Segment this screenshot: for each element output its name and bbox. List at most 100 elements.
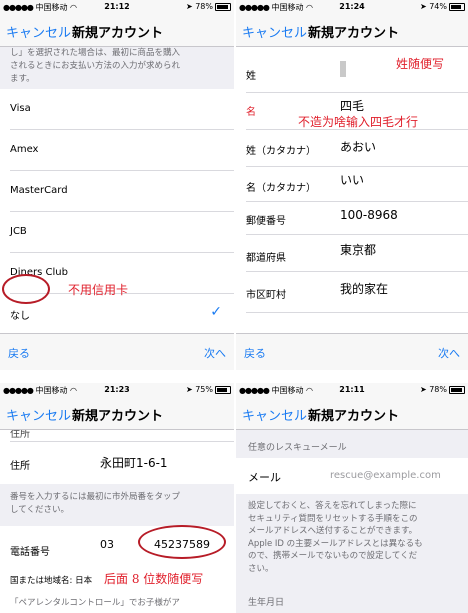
cancel-button[interactable]: キャンセル — [6, 405, 71, 424]
option-label: JCB — [10, 226, 27, 237]
field-address-partial[interactable]: 住所 — [0, 430, 234, 441]
field-last-name-kana[interactable]: 姓（カタカナ） あおい — [236, 130, 468, 166]
parental-control-text: 「ペアレンタルコントロール」でお子様がア — [10, 598, 180, 608]
field-postal-code[interactable]: 郵便番号 100-8968 — [236, 202, 468, 234]
option-label: Visa — [10, 103, 31, 114]
battery-percent: 78% — [429, 385, 447, 394]
field-label: 郵便番号 — [246, 216, 286, 227]
field-city[interactable]: 市区町村 我的家在 — [236, 272, 468, 312]
annotation-no-credit-card: 不用信用卡 — [68, 283, 129, 297]
description-line: ので、携帯メールでないもので設定してくだ — [248, 551, 418, 561]
phone-note-line: してください。 — [10, 505, 69, 515]
phone-note-line: 番号を入力するには最初に市外局番をタップ — [10, 492, 181, 502]
option-label: なし — [10, 311, 30, 322]
option-visa[interactable]: Visa — [0, 89, 234, 129]
battery-icon — [449, 2, 465, 11]
field-prefecture[interactable]: 都道府県 東京都 — [236, 235, 468, 271]
option-amex[interactable]: Amex — [0, 130, 234, 170]
location-icon: ➤ — [419, 2, 427, 11]
option-label: MasterCard — [10, 185, 68, 196]
bottom-toolbar: 戻る 次へ — [0, 333, 234, 370]
cancel-button[interactable]: キャンセル — [242, 22, 307, 41]
back-button[interactable]: 戻る — [244, 345, 266, 361]
row-separator — [246, 312, 468, 313]
next-button[interactable]: 次へ — [204, 345, 226, 361]
payment-note-line: ます。 — [10, 74, 35, 84]
description-line: セキュリティ質問をリセットする手順をこの — [248, 513, 418, 524]
battery-percent: 75% — [195, 385, 213, 394]
status-bar: ●●●●● 中国移动 ◠ 21:11 ➤ 78% — [236, 383, 468, 397]
field-value: 東京都 — [340, 243, 377, 257]
description-line: さい。 — [248, 563, 274, 574]
navigation-bar: キャンセル 新規アカウント — [236, 397, 468, 430]
phone-area-code[interactable]: 03 — [100, 538, 114, 551]
description-line: 設定しておくと、答えを忘れてしまった際に — [248, 501, 417, 511]
checkmark-icon: ✓ — [210, 304, 222, 320]
annotation-first-name: 不造为啥输入四毛才行 — [298, 115, 419, 129]
field-label: 都道府県 — [246, 253, 286, 264]
highlight-ring — [2, 274, 50, 304]
option-label: Amex — [10, 144, 39, 155]
battery-icon — [215, 2, 231, 11]
rescue-email-description: 設定しておくと、答えを忘れてしまった際に セキュリティ質問をリセットする手順をこ… — [236, 494, 468, 586]
field-value: 我的家在 — [340, 282, 389, 296]
birthdate-section-header: 生年月日 — [236, 586, 468, 613]
payment-note: し」を選択された場合は、最初に商品を購入 されるときにお支払い方法の入力が求めら… — [0, 47, 234, 89]
field-label: 姓 — [246, 71, 256, 82]
field-label: 住所 — [10, 430, 30, 440]
navigation-bar: キャンセル 新規アカウント — [0, 397, 234, 430]
location-icon: ➤ — [419, 385, 427, 394]
battery-icon — [449, 385, 465, 394]
field-label: 姓（カタカナ） — [246, 146, 316, 157]
bottom-toolbar: 戻る 次へ — [236, 333, 468, 370]
country-row: 国または地域名: 日本 后面 8 位数随便写 「ペアレンタルコントロール」でお子… — [0, 568, 234, 613]
page-title: 新規アカウント — [72, 409, 164, 424]
field-label: 市区町村 — [246, 290, 286, 301]
battery-icon — [215, 385, 231, 394]
panel-payment-method: ●●●●● 中国移动 ◠ 21:12 ➤ 78% キャンセル 新規アカウント し… — [0, 0, 234, 370]
section-title: 生年月日 — [248, 598, 285, 608]
field-rescue-email[interactable]: メール rescue@example.com — [236, 458, 468, 494]
country-label: 国または地域名: 日本 — [10, 576, 93, 586]
email-placeholder: rescue@example.com — [330, 470, 441, 481]
navigation-bar: キャンセル 新規アカウント — [0, 14, 234, 47]
page-title: 新規アカウント — [308, 26, 400, 41]
description-line: メールアドレスへ送付することができます。 — [248, 526, 418, 536]
annotation-phone: 后面 8 位数随便写 — [104, 572, 204, 586]
field-value: あおい — [340, 140, 377, 154]
status-bar: ●●●●● 中国移动 ◠ 21:12 ➤ 78% — [0, 0, 234, 14]
cancel-button[interactable]: キャンセル — [6, 22, 71, 41]
description-line: Apple ID の主要メールアドレスとは異なるも — [248, 538, 423, 549]
field-label: 名 — [246, 107, 256, 118]
field-label: メール — [248, 471, 281, 484]
field-label: 電話番号 — [10, 547, 50, 558]
back-button[interactable]: 戻る — [8, 345, 30, 361]
section-title: 任意のレスキューメール — [248, 443, 347, 453]
option-mastercard[interactable]: MasterCard — [0, 171, 234, 211]
page-title: 新規アカウント — [308, 409, 400, 424]
phone-note: 番号を入力するには最初に市外局番をタップ してください。 — [0, 484, 234, 526]
field-value: 四毛 — [340, 99, 365, 113]
field-label: 名（カタカナ） — [246, 183, 316, 194]
field-value: 100-8968 — [340, 208, 398, 222]
payment-note-line: し」を選択された場合は、最初に商品を購入 — [10, 48, 181, 58]
section-header: 任意のレスキューメール — [236, 430, 468, 458]
next-button[interactable]: 次へ — [438, 345, 460, 361]
battery-percent: 74% — [429, 2, 447, 11]
annotation-last-name: 姓随便写 — [396, 57, 445, 71]
panel-rescue-email: ●●●●● 中国移动 ◠ 21:11 ➤ 78% キャンセル 新規アカウント 任… — [236, 383, 468, 613]
status-bar: ●●●●● 中国移动 ◠ 21:24 ➤ 74% — [236, 0, 468, 14]
cancel-button[interactable]: キャンセル — [242, 405, 307, 424]
battery-percent: 78% — [195, 2, 213, 11]
option-jcb[interactable]: JCB — [0, 212, 234, 252]
field-first-name-kana[interactable]: 名（カタカナ） いい — [236, 167, 468, 201]
horizontal-divider — [0, 370, 468, 383]
field-value: いい — [340, 173, 365, 187]
navigation-bar: キャンセル 新規アカウント — [236, 14, 468, 47]
location-icon: ➤ — [185, 2, 193, 11]
status-bar: ●●●●● 中国移动 ◠ 21:23 ➤ 75% — [0, 383, 234, 397]
location-icon: ➤ — [185, 385, 193, 394]
panel-name-address: ●●●●● 中国移动 ◠ 21:24 ➤ 74% キャンセル 新規アカウント 姓… — [236, 0, 468, 370]
field-address[interactable]: 住所 永田町1-6-1 — [0, 442, 234, 484]
field-value: 永田町1-6-1 — [100, 456, 168, 470]
